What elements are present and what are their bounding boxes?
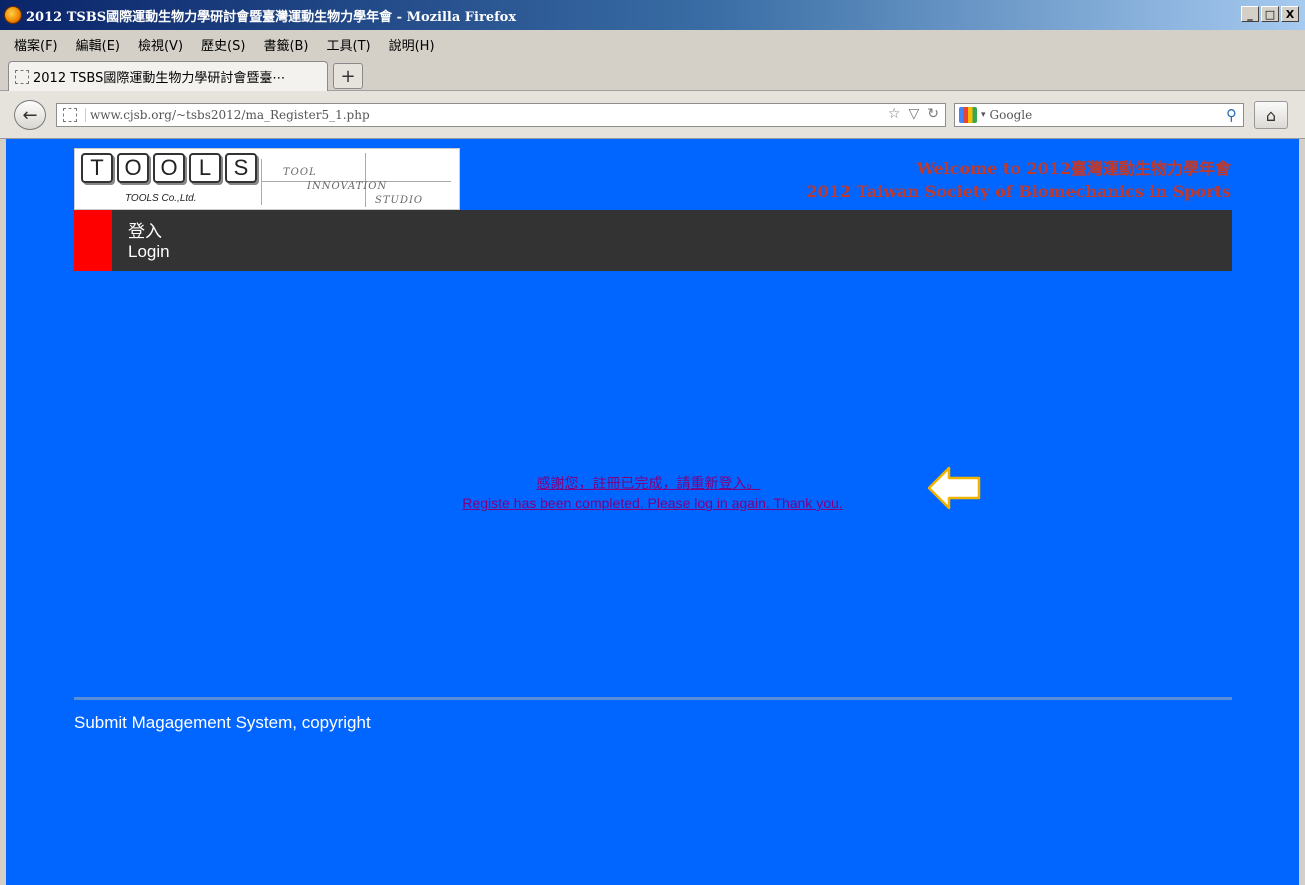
logo-tagline: STUDIO	[375, 195, 424, 206]
magnifier-icon[interactable]: ⚲	[1226, 106, 1237, 124]
logo-key: T	[81, 153, 113, 183]
firefox-logo-icon	[4, 6, 22, 24]
completion-link-en[interactable]: Registe has been completed. Please log i…	[6, 493, 1299, 513]
google-icon[interactable]	[959, 107, 977, 123]
footer-copyright: Submit Magagement System, copyright	[74, 713, 371, 732]
window-border-right	[1299, 139, 1305, 885]
url-text: www.cjsb.org/~tsbs2012/ma_Register5_1.ph…	[85, 108, 370, 122]
logo-tagline: INNOVATION	[307, 181, 388, 192]
logo-rule	[261, 159, 262, 205]
minimize-button[interactable]: _	[1241, 6, 1259, 22]
menu-file[interactable]: 檔案(F)	[14, 35, 58, 54]
menu-bookmarks[interactable]: 書籤(B)	[263, 35, 308, 54]
logo-key: S	[225, 153, 257, 183]
back-arrow-icon: ←	[22, 104, 38, 126]
navigation-toolbar: ← www.cjsb.org/~tsbs2012/ma_Register5_1.…	[0, 91, 1305, 139]
star-icon[interactable]: ☆	[888, 106, 901, 122]
reload-icon[interactable]: ↻	[927, 106, 939, 122]
tab-active[interactable]: 2012 TSBS國際運動生物力學研討會暨臺⋯	[8, 61, 328, 91]
search-bar[interactable]: ▾ Google ⚲	[954, 103, 1244, 127]
menu-bar: 檔案(F) 編輯(E) 檢視(V) 歷史(S) 書籤(B) 工具(T) 說明(H…	[0, 30, 1305, 58]
close-button[interactable]: X	[1281, 6, 1299, 22]
logo-key: O	[153, 153, 185, 183]
left-arrow-icon	[927, 466, 981, 510]
logo-company: TOOLS Co.,Ltd.	[125, 193, 197, 204]
menu-tools[interactable]: 工具(T)	[327, 35, 371, 54]
welcome-heading: Welcome to 2012臺灣運動生物力學年會 2012 Taiwan So…	[806, 157, 1231, 203]
page-viewport: T O O L S TOOLS Co.,Ltd. TOOL INNOVATION…	[6, 139, 1299, 885]
menu-edit[interactable]: 編輯(E)	[76, 35, 120, 54]
menu-view[interactable]: 檢視(V)	[138, 35, 183, 54]
tab-strip: 2012 TSBS國際運動生物力學研討會暨臺⋯ +	[0, 58, 1305, 91]
tab-label: 2012 TSBS國際運動生物力學研討會暨臺⋯	[33, 71, 286, 86]
window-titlebar: 2012 TSBS國際運動生物力學研討會暨臺灣運動生物力學年會 - Mozill…	[0, 0, 1305, 30]
footer-divider	[74, 697, 1232, 700]
home-button[interactable]: ⌂	[1254, 101, 1288, 129]
nav-strip: 登入 Login	[74, 210, 1232, 271]
logo-keys: T O O L S	[81, 153, 257, 183]
menu-history[interactable]: 歷史(S)	[201, 35, 245, 54]
home-icon: ⌂	[1265, 105, 1277, 125]
new-tab-button[interactable]: +	[333, 63, 363, 89]
logo-tagline: TOOL	[283, 167, 317, 178]
logo-key: L	[189, 153, 221, 183]
window-title: 2012 TSBS國際運動生物力學研討會暨臺灣運動生物力學年會 - Mozill…	[26, 9, 517, 25]
welcome-line-1: Welcome to 2012臺灣運動生物力學年會	[916, 159, 1231, 178]
login-label-zh: 登入	[128, 222, 162, 241]
maximize-button[interactable]: □	[1261, 6, 1279, 22]
search-input[interactable]: Google	[990, 108, 1033, 122]
window-controls: _ □ X	[1241, 6, 1299, 22]
menu-help[interactable]: 說明(H)	[389, 35, 435, 54]
history-dropdown-icon[interactable]: ▽	[908, 106, 919, 122]
logo-rule	[365, 153, 366, 207]
welcome-line-2: 2012 Taiwan Society of Biomechanics in S…	[806, 182, 1231, 201]
logo-key: O	[117, 153, 149, 183]
login-nav-link[interactable]: 登入 Login	[128, 222, 170, 262]
url-bar-icons: ☆ ▽ ↻	[888, 106, 939, 122]
site-logo[interactable]: T O O L S TOOLS Co.,Ltd. TOOL INNOVATION…	[74, 148, 460, 210]
site-identity-icon[interactable]	[63, 108, 77, 122]
page-icon	[15, 69, 29, 84]
engine-dropdown-icon[interactable]: ▾	[981, 110, 986, 120]
login-label-en: Login	[128, 242, 170, 261]
nav-accent-block	[74, 210, 112, 271]
back-button[interactable]: ←	[14, 100, 46, 130]
completion-link-zh[interactable]: 感謝您，註冊已完成，請重新登入。	[6, 473, 1295, 493]
address-bar[interactable]: www.cjsb.org/~tsbs2012/ma_Register5_1.ph…	[56, 103, 946, 127]
